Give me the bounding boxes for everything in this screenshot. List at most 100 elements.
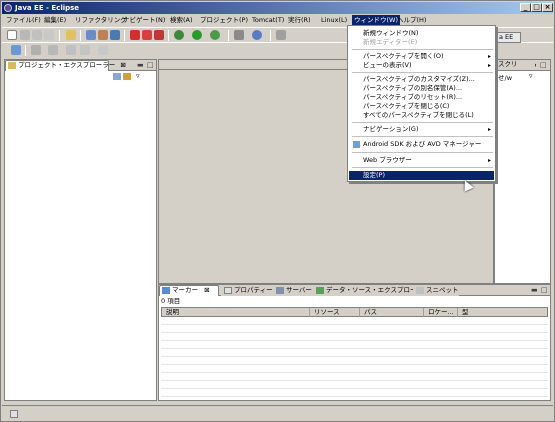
menu-tomcat[interactable]: Tomcat(T) [252,15,284,25]
print-icon[interactable] [44,30,54,40]
menu-file[interactable]: ファイル(F) [6,15,41,25]
title-bar: Java EE - Eclipse _ □ × [2,2,553,14]
new-java-icon[interactable] [234,30,244,40]
last-edit-icon[interactable] [66,45,76,55]
column-resource[interactable]: リソース [310,308,360,317]
menu-help[interactable]: ヘルプ(H) [397,15,426,25]
debug-icon[interactable] [174,30,184,40]
menu-item-new-window[interactable]: 新規ウィンドウ(N) [349,29,494,38]
menu-item-android-sdk-avd-manager[interactable]: Android SDK および AVD マネージャー [349,140,494,149]
menu-item-label: パースペクティブを開く(O) [363,52,444,60]
search-icon[interactable] [110,30,120,40]
menu-item-preferences[interactable]: 設定(P) [349,171,494,180]
menu-item-label: パースペクティブのリセット(R)... [363,93,463,101]
outline-toolbar: せ/w ▿ [495,71,550,82]
run-icon[interactable] [192,30,202,40]
minimize-view-icon[interactable]: ▬ [137,61,144,69]
save-all-icon[interactable] [32,30,42,40]
toolbar-separator [270,30,271,41]
collapse-all-icon[interactable] [113,73,121,80]
properties-tab-label: プロパティー [234,286,273,294]
eclipse-window: Java EE - Eclipse _ □ × ファイル(F) 編集(E) リフ… [0,0,555,422]
menu-item-show-view[interactable]: ビューの表示(V) ▸ [349,61,494,70]
external-tools-icon[interactable] [210,30,220,40]
tab-project-explorer[interactable]: プロジェクト・エクスプローラー ⊠ [5,60,126,71]
column-type[interactable]: 型 [458,308,488,317]
column-path[interactable]: パス [360,308,424,317]
empty-table-row [161,382,548,389]
tomcat-stop-icon[interactable] [142,30,152,40]
link-editor-icon[interactable] [123,73,131,80]
tab-snippets[interactable]: スニペット [413,285,459,296]
tab-properties[interactable]: プロパティー [221,285,273,296]
toolbar-separator [80,30,81,41]
close-button[interactable]: × [542,3,553,12]
new-server-icon[interactable] [66,30,76,40]
menu-item-customize-perspective[interactable]: パースペクティブのカスタマイズ(Z)... [349,75,494,84]
submenu-arrow-icon: ▸ [487,126,491,133]
menu-item-navigation[interactable]: ナビゲーション(G) ▸ [349,125,494,134]
android-sdk-icon [353,141,360,148]
toolbar-separator [124,30,125,41]
tab-markers[interactable]: マーカー ⊠ [159,285,219,296]
menu-search[interactable]: 検索(A) [170,15,193,25]
forward-icon[interactable] [98,45,108,55]
menu-item-close-perspective[interactable]: パースペクティブを閉じる(C) [349,102,494,111]
open-task-icon[interactable] [98,30,108,40]
menu-navigate[interactable]: ナビゲート(N) [123,15,165,25]
view-menu-icon[interactable]: ▿ [529,72,533,80]
next-annotation-icon[interactable] [31,45,41,55]
menu-item-open-perspective[interactable]: パースペクティブを開く(O) ▸ [349,52,494,61]
view-menu-icon[interactable]: ▿ [136,72,140,80]
menu-item-save-perspective-as[interactable]: パースペクティブの別名保管(A)... [349,84,494,93]
toolbar-misc-icon[interactable] [276,30,286,40]
column-description[interactable]: 説明 [162,308,310,317]
close-tab-icon[interactable]: ⊠ [120,61,125,69]
minimize-view-icon[interactable]: ▬ [531,286,538,294]
tab-servers[interactable]: サーバー [273,285,313,296]
tab-data-source-explorer[interactable]: データ・ソース・エクスプローラー [313,285,429,296]
menu-item-close-all-perspectives[interactable]: すべてのパースペクティブを閉じる(L) [349,111,494,120]
new-class-icon[interactable] [252,30,262,40]
eclipse-app-icon [4,4,12,12]
open-type-icon[interactable] [86,30,96,40]
menu-item-new-editor: 新規エディター(E) [349,38,494,47]
save-icon[interactable] [20,30,30,40]
menu-run[interactable]: 実行(R) [288,15,311,25]
fast-view-icon[interactable] [10,410,18,418]
markers-table-header: 説明 リソース パス ロケー... 型 [161,307,548,317]
tomcat-restart-icon[interactable] [154,30,164,40]
menu-edit[interactable]: 編集(E) [44,15,66,25]
menu-item-label: ビューの表示(V) [363,61,412,69]
empty-table-row [161,350,548,357]
back-icon[interactable] [80,45,90,55]
maximize-button[interactable]: □ [531,3,542,12]
menu-window[interactable]: ウィンドウ(W) [352,15,400,25]
prev-annotation-icon[interactable] [48,45,58,55]
snippets-icon [416,287,424,294]
menu-item-label: パースペクティブの別名保管(A)... [363,84,463,92]
menu-separator [352,152,493,153]
close-tab-icon[interactable]: ⊠ [204,286,209,294]
maximize-view-icon[interactable]: □ [541,286,548,294]
menu-item-web-browser[interactable]: Web ブラウザー ▸ [349,156,494,165]
menu-item-reset-perspective[interactable]: パースペクティブのリセット(R)... [349,93,494,102]
menu-item-label: Web ブラウザー [363,156,412,164]
menu-project[interactable]: プロジェクト(P) [200,15,248,25]
outline-panel: ▬ □ せ/w ▿ [494,59,551,284]
maximize-view-icon[interactable]: □ [147,61,154,69]
new-icon[interactable] [7,30,17,40]
minimize-button[interactable]: _ [520,3,531,12]
perspective-other-tab[interactable]: スクリ [498,60,535,70]
menu-refactor[interactable]: リファクタリング [75,15,127,25]
perspective-java-ee[interactable]: a EE [496,32,521,43]
tomcat-start-icon[interactable] [130,30,140,40]
android-sdk-icon[interactable] [11,45,21,55]
menu-item-label: すべてのパースペクティブを閉じる(L) [363,111,474,119]
toolbar-separator [59,30,60,41]
servers-tab-label: サーバー [286,286,312,294]
menu-linux[interactable]: Linux(L) [321,15,347,25]
maximize-view-icon[interactable]: □ [540,61,547,69]
bottom-tabbar: マーカー ⊠ プロパティー サーバー データ・ソース・エクスプローラー スニペッ… [159,285,550,296]
column-location[interactable]: ロケー... [424,308,458,317]
